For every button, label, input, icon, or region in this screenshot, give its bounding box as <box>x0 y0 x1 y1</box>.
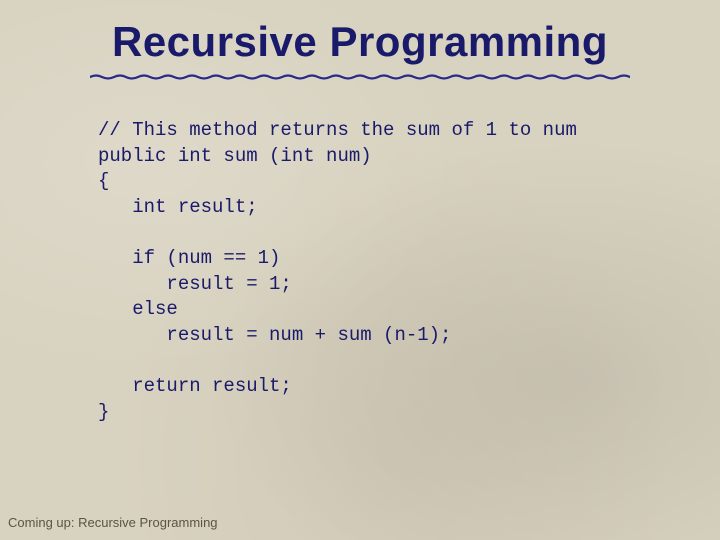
code-line: } <box>98 401 109 423</box>
code-line: // This method returns the sum of 1 to n… <box>98 119 577 141</box>
code-line: return result; <box>98 375 292 397</box>
code-block: // This method returns the sum of 1 to n… <box>98 118 670 426</box>
code-line: result = num + sum (n-1); <box>98 324 451 346</box>
scribble-line-icon <box>90 74 630 80</box>
code-line: result = 1; <box>98 273 292 295</box>
slide: Recursive Programming // This method ret… <box>0 0 720 540</box>
code-line: if (num == 1) <box>98 247 280 269</box>
divider <box>90 74 630 80</box>
code-line: public int sum (int num) <box>98 145 372 167</box>
code-line: else <box>98 298 178 320</box>
page-title: Recursive Programming <box>50 18 670 66</box>
footer-text: Coming up: Recursive Programming <box>8 515 218 530</box>
code-line: { <box>98 170 109 192</box>
code-line: int result; <box>98 196 258 218</box>
